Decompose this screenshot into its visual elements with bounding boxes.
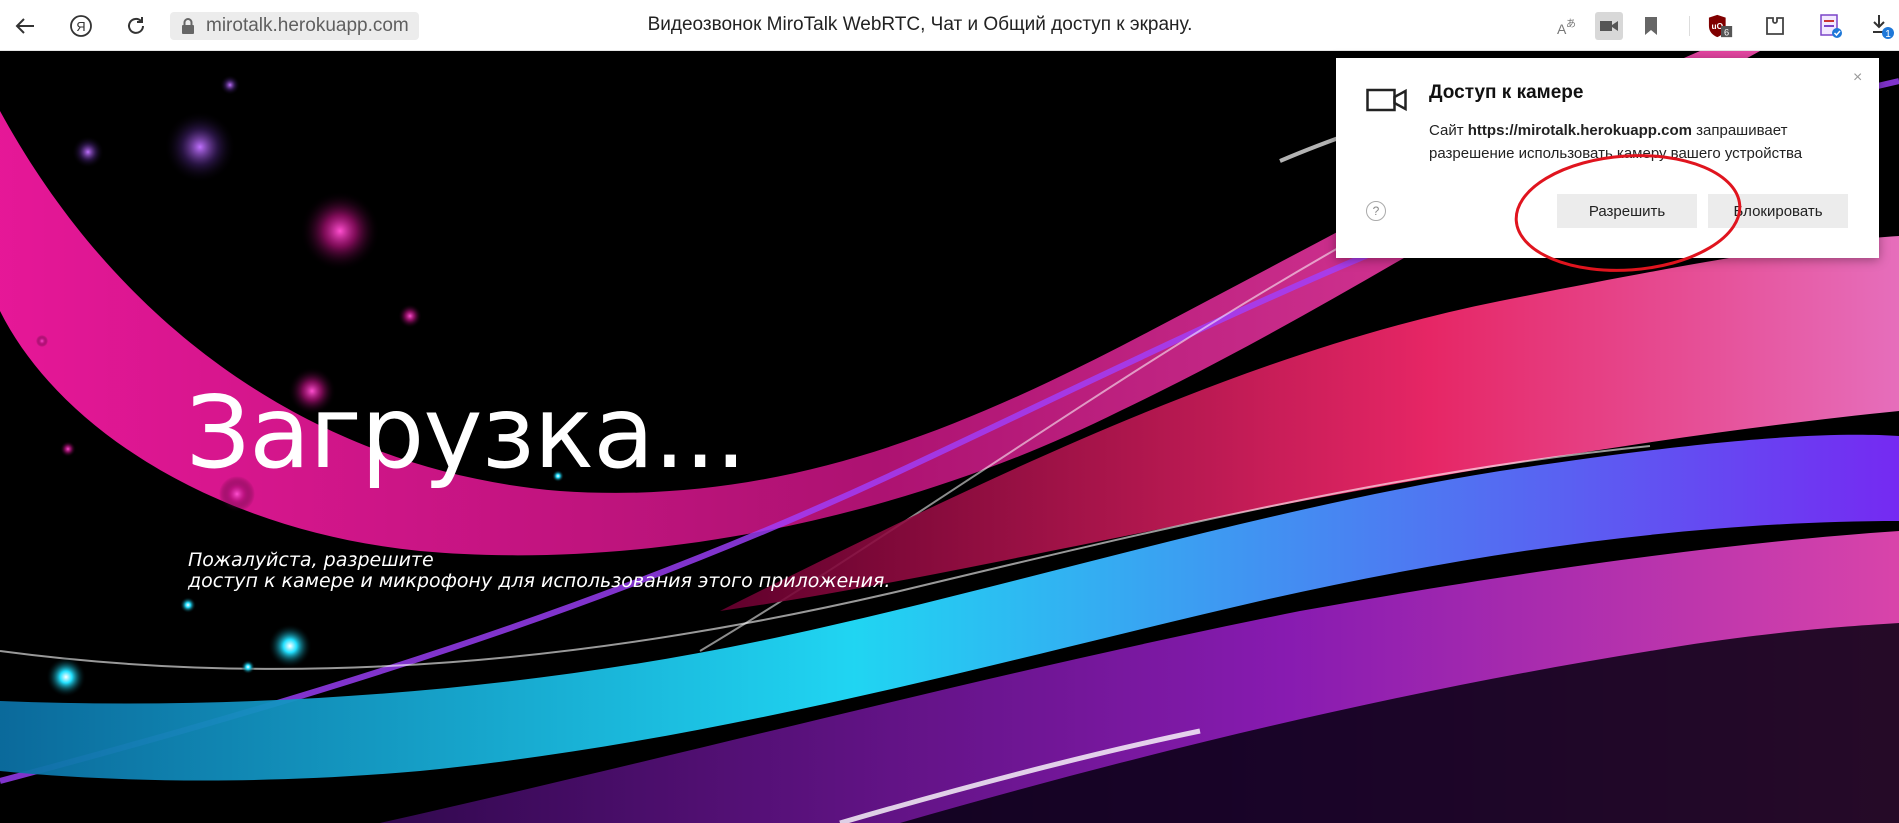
clipboard-icon[interactable] (1818, 13, 1844, 39)
popup-title: Доступ к камере (1429, 82, 1584, 103)
yandex-icon[interactable]: Я (68, 13, 94, 39)
loading-message-line1: Пожалуйста, разрешите (188, 549, 434, 571)
svg-text:Я: Я (76, 19, 85, 34)
extension-icon[interactable] (1762, 13, 1788, 39)
loading-message: Пожалуйста, разрешите доступ к камере и … (188, 550, 890, 592)
red-circle-annotation (1514, 154, 1742, 272)
ublock-icon[interactable]: uO 6 (1708, 13, 1734, 39)
downloads-badge: 1 (1885, 29, 1891, 39)
page-title: Видеозвонок MiroTalk WebRTC, Чат и Общий… (647, 14, 1193, 35)
help-icon[interactable]: ? (1366, 201, 1386, 221)
translate-icon[interactable]: Aあ (1554, 13, 1580, 39)
svg-text:あ: あ (1566, 18, 1576, 30)
loading-title: Загрузка... (186, 374, 747, 491)
lock-icon[interactable] (180, 17, 196, 41)
popup-site: https://mirotalk.herokuapp.com (1467, 122, 1692, 139)
camera-icon[interactable] (1595, 12, 1623, 40)
address-text: mirotalk.herokuapp.com (206, 15, 409, 36)
browser-toolbar: Я mirotalk.herokuapp.com Видеозвонок Mir… (0, 0, 1899, 51)
download-icon[interactable]: 1 (1871, 13, 1899, 39)
reload-icon[interactable] (123, 13, 149, 39)
address-bar[interactable]: mirotalk.herokuapp.com (170, 12, 419, 40)
ublock-count: 6 (1724, 27, 1729, 37)
close-icon[interactable]: × (1853, 69, 1862, 87)
popup-text-prefix: Сайт (1429, 122, 1468, 139)
back-icon[interactable] (12, 13, 38, 39)
loading-message-line2: доступ к камере и микрофону для использо… (188, 570, 891, 592)
bookmark-icon[interactable] (1638, 13, 1664, 39)
video-camera-icon (1366, 86, 1408, 119)
